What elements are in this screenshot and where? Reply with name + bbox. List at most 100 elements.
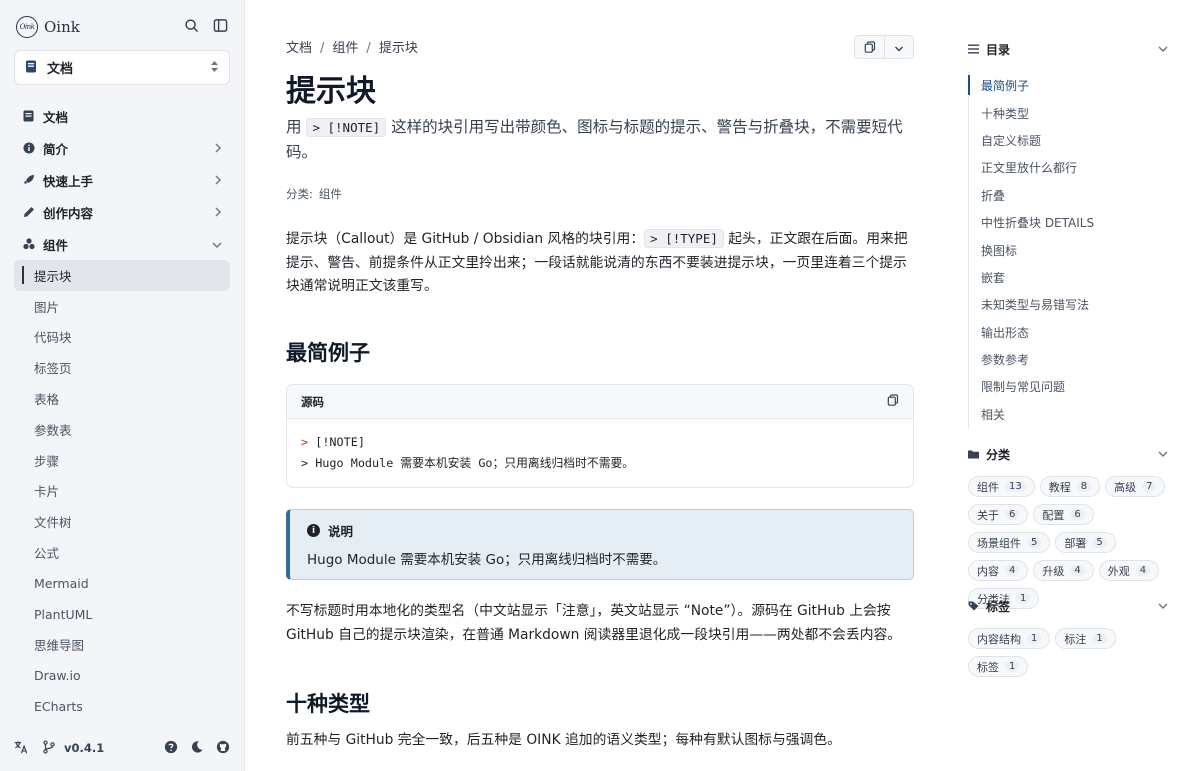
category-chip[interactable]: 升级 4 (1033, 560, 1094, 581)
toc-item[interactable]: 参数参考 (969, 346, 1176, 373)
category-chip[interactable]: 配置 6 (1033, 504, 1094, 525)
toc-item[interactable]: 正文里放什么都行 (969, 154, 1176, 181)
category-chip[interactable]: 教程 8 (1039, 476, 1101, 497)
chevron-updown-icon (210, 58, 219, 77)
page-title: 提示块 (286, 74, 376, 109)
toc-item[interactable]: 限制与常见问题 (969, 373, 1176, 400)
search-icon[interactable] (184, 18, 199, 37)
sidebar-subitem-codeblock[interactable]: 代码块 (14, 322, 230, 353)
categories-header[interactable]: 分类 (968, 444, 1168, 464)
category-meta: 分类: 组件 (286, 186, 342, 202)
chip-count: 13 (1005, 481, 1026, 492)
copy-icon (864, 38, 876, 57)
translate-icon[interactable] (14, 740, 28, 757)
toc-list: 最简例子 十种类型 自定义标题 正文里放什么都行 折叠 中性折叠块 DETAIL… (968, 72, 1176, 429)
sidebar-subitem-image[interactable]: 图片 (14, 291, 230, 322)
chip-count: 4 (1135, 565, 1151, 576)
category-chip[interactable]: 关于 6 (968, 504, 1029, 525)
category-chip[interactable]: 组件 13 (968, 476, 1035, 497)
callout-body: Hugo Module 需要本机安装 Go；只用离线归档时不需要。 (307, 552, 667, 568)
sidebar-item-components[interactable]: 组件 (14, 228, 230, 260)
tags-title: 标签 (986, 599, 1011, 614)
copy-page-button[interactable] (855, 36, 884, 58)
chip-label: 标注 (1064, 632, 1087, 646)
toc-item[interactable]: 中性折叠块 DETAILS (969, 209, 1176, 236)
toc-item[interactable]: 折叠 (969, 182, 1176, 209)
chevron-right-icon (214, 141, 222, 156)
sidebar-subitem-mindmap[interactable]: 思维导图 (14, 630, 230, 661)
chip-label: 关于 (977, 508, 999, 522)
tags-header[interactable]: 标签 (968, 596, 1168, 616)
code-line: > Hugo Module 需要本机安装 Go；只用离线归档时不需要。 (301, 456, 635, 470)
version-label[interactable]: v0.4.1 (64, 741, 104, 755)
sidebar-subitem-mermaid[interactable]: Mermaid (14, 568, 230, 599)
help-icon[interactable] (164, 740, 178, 757)
toc-header[interactable]: 目录 (968, 39, 1168, 59)
sidebar-subitem-tabs[interactable]: 标签页 (14, 352, 230, 383)
code-line: > [!NOTE] (301, 432, 899, 453)
sidebar-subitem-cards[interactable]: 卡片 (14, 476, 230, 507)
breadcrumb-item-components[interactable]: 组件 (332, 41, 358, 56)
categories-title: 分类 (986, 447, 1011, 462)
chip-count: 1 (1092, 633, 1107, 644)
breadcrumb: 文档 / 组件 / 提示块 (286, 37, 418, 56)
sidebar-item-authoring[interactable]: 创作内容 (14, 196, 230, 228)
logo-text[interactable]: Oink (44, 18, 80, 36)
toc-item[interactable]: 自定义标题 (969, 127, 1176, 154)
categories-chips: 组件 13 教程 8 高级 7 关于 6 配置 6 场景组件 5 部署 5 内容 4 升级 4 外… (968, 476, 1178, 609)
code-text: [!NOTE] (308, 435, 365, 449)
category-chip[interactable]: 部署 5 (1055, 532, 1116, 553)
logo-mark[interactable]: Oink (16, 16, 38, 38)
code-block: 源码 > [!NOTE] > Hugo Module 需要本机安装 Go；只用离… (286, 384, 914, 488)
category-chip[interactable]: 场景组件 5 (968, 532, 1051, 553)
category-chip[interactable]: 高级 7 (1105, 476, 1166, 497)
chip-count: 7 (1142, 481, 1157, 492)
chevron-right-icon (214, 173, 222, 188)
doc-selector[interactable]: 文档 (14, 50, 230, 85)
chevron-right-icon (214, 205, 222, 220)
category-chip[interactable]: 外观 4 (1098, 560, 1160, 581)
toc-item[interactable]: 十种类型 (969, 99, 1176, 126)
code-block-header: 源码 (287, 385, 913, 419)
callout-title: i 说明 (307, 521, 896, 540)
toc-item[interactable]: 最简例子 (968, 72, 1176, 99)
breadcrumb-item-docs[interactable]: 文档 (286, 41, 312, 56)
github-icon[interactable] (216, 740, 230, 757)
tag-chip[interactable]: 标签 1 (968, 656, 1029, 677)
tag-chip[interactable]: 标注 1 (1055, 628, 1116, 649)
copy-code-icon[interactable] (887, 394, 899, 409)
sidebar-subitem-steps[interactable]: 步骤 (14, 445, 230, 476)
sidebar-item-docs[interactable]: 文档 (14, 100, 230, 132)
code-block-title: 源码 (301, 394, 324, 409)
sidebar-subitem-echarts[interactable]: ECharts (14, 691, 230, 722)
list-icon (968, 44, 980, 54)
toc-item[interactable]: 嵌套 (969, 264, 1176, 291)
toc-item[interactable]: 未知类型与易错写法 (969, 291, 1176, 318)
sidebar-subitem-callout[interactable]: 提示块 (14, 260, 230, 291)
category-chip[interactable]: 内容 4 (968, 560, 1029, 581)
inline-code: > [!NOTE] (306, 118, 387, 137)
sidebar-subitem-math[interactable]: 公式 (14, 537, 230, 568)
copy-options-button[interactable] (884, 36, 913, 58)
info-icon: i (307, 524, 320, 537)
sidebar-subitem-filetree[interactable]: 文件树 (14, 506, 230, 537)
category-link[interactable]: 组件 (319, 187, 342, 201)
moon-icon[interactable] (190, 740, 204, 757)
sidebar-item-intro[interactable]: 简介 (14, 132, 230, 164)
toc-item[interactable]: 换图标 (969, 236, 1176, 263)
folder-icon (968, 449, 980, 459)
sidebar-toggle-icon[interactable] (213, 18, 228, 37)
book-icon (22, 110, 35, 123)
chip-label: 内容 (977, 564, 999, 578)
sidebar-item-quickstart[interactable]: 快速上手 (14, 164, 230, 196)
tag-chip[interactable]: 内容结构 1 (968, 628, 1051, 649)
sidebar-subitem-plantuml[interactable]: PlantUML (14, 599, 230, 630)
sidebar-item-label: 简介 (43, 141, 69, 157)
sidebar-subitem-table[interactable]: 表格 (14, 383, 230, 414)
sidebar-subitem-param-table[interactable]: 参数表 (14, 414, 230, 445)
doc-selector-label: 文档 (47, 62, 74, 77)
chevron-down-icon (1158, 599, 1168, 613)
toc-item[interactable]: 输出形态 (969, 319, 1176, 346)
toc-item[interactable]: 相关 (969, 401, 1176, 428)
sidebar-subitem-drawio[interactable]: Draw.io (14, 660, 230, 691)
